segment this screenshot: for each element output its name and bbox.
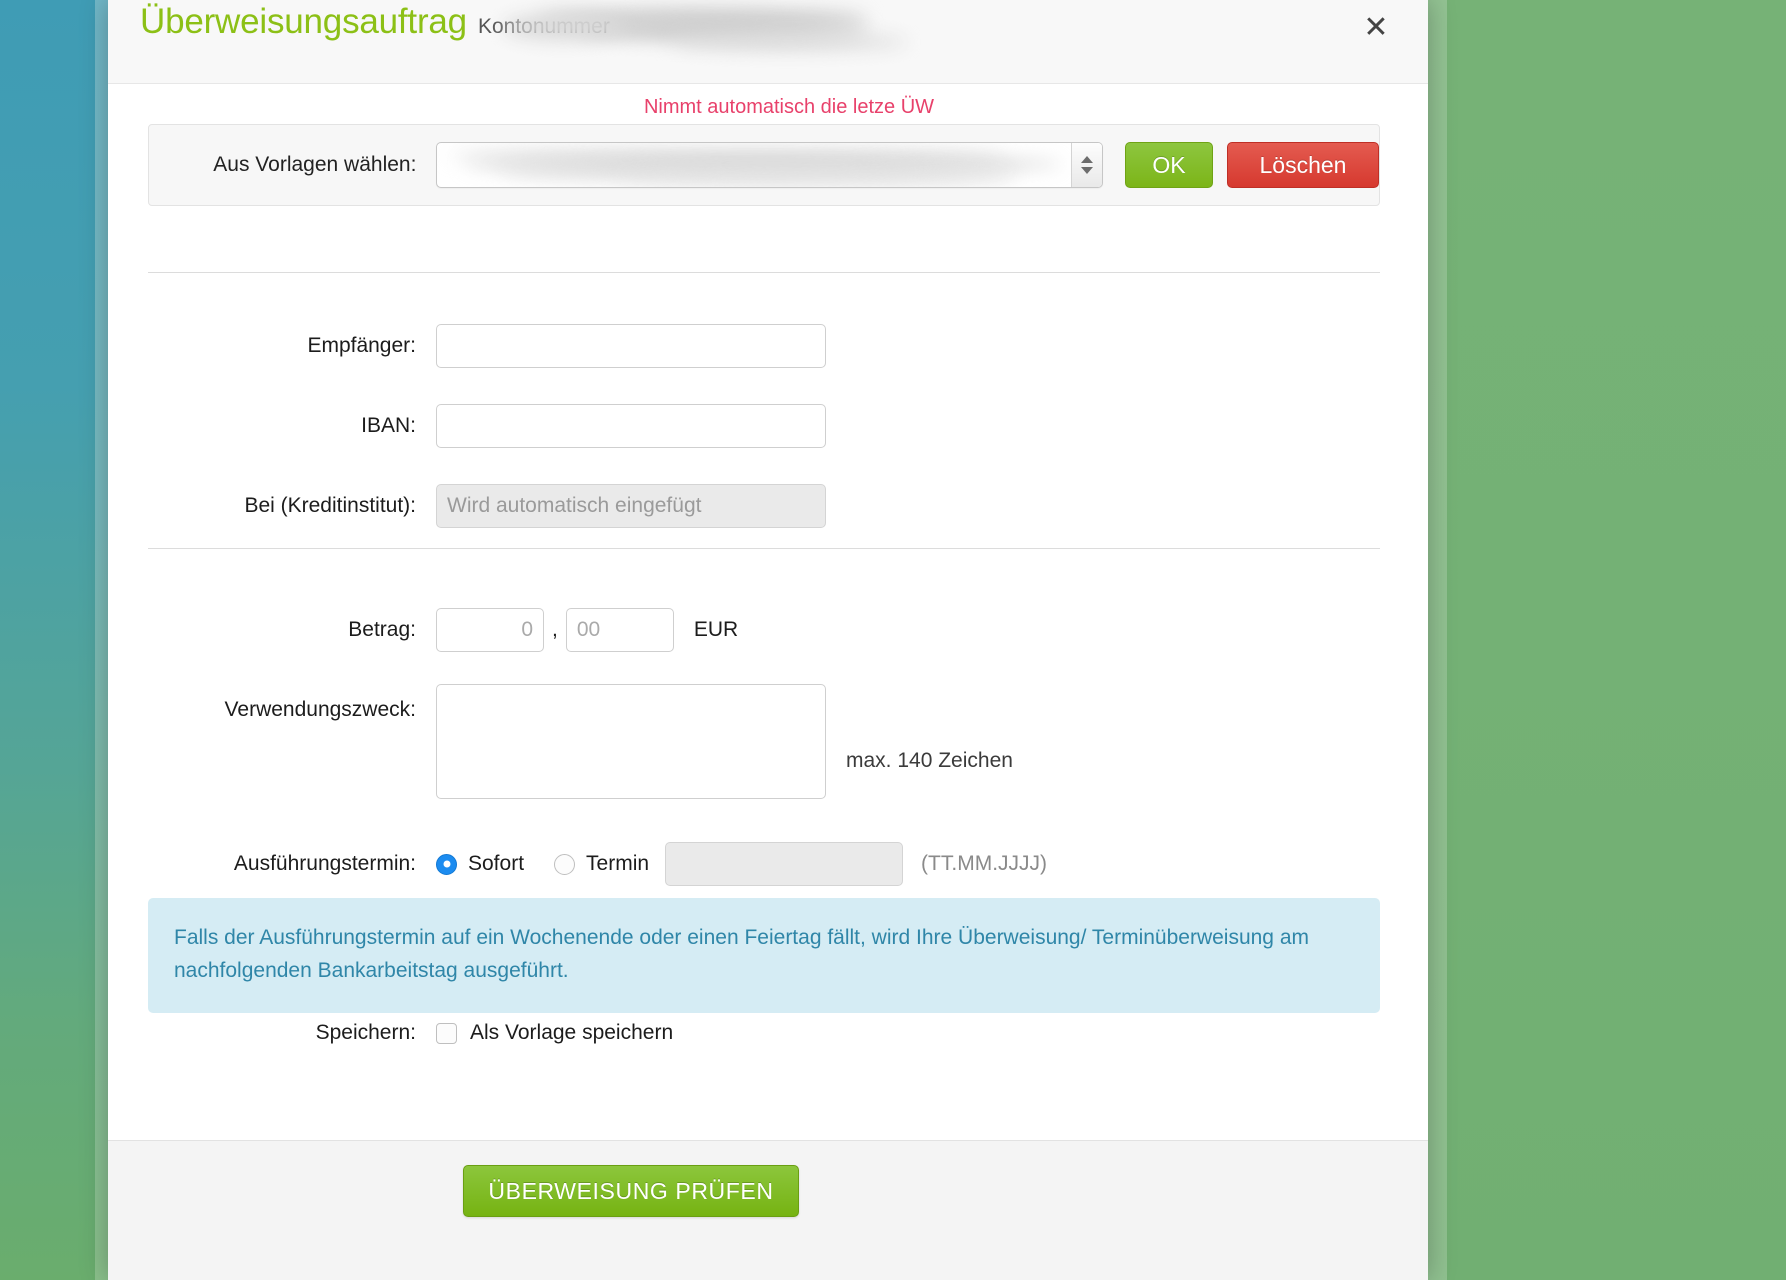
radio-sofort-label[interactable]: Sofort — [468, 852, 524, 876]
amount-label: Betrag: — [348, 618, 416, 641]
date-format-hint: (TT.MM.JJJJ) — [921, 852, 1048, 875]
page-background-right-edge — [1425, 0, 1447, 1280]
template-selector-panel: Aus Vorlagen wählen: OK Löschen — [148, 124, 1380, 206]
divider — [148, 548, 1380, 549]
iban-input[interactable] — [436, 404, 826, 448]
radio-sofort[interactable] — [436, 853, 457, 875]
execution-date-row: Ausführungstermin: Sofort Termin (TT.MM.… — [148, 842, 1380, 886]
purpose-hint: max. 140 Zeichen — [846, 748, 1013, 772]
redaction-blur — [617, 173, 1018, 183]
execution-date-label: Ausführungstermin: — [233, 852, 416, 875]
amount-separator: , — [552, 618, 558, 641]
close-icon[interactable]: ✕ — [1358, 10, 1394, 46]
save-template-row: Speichern: Als Vorlage speichern — [148, 1021, 1380, 1045]
bank-row: Bei (Kreditinstitut): — [148, 484, 1380, 528]
amount-cent-input[interactable] — [565, 608, 674, 652]
purpose-row: Verwendungszweck: max. 140 Zeichen — [148, 684, 1380, 799]
recipient-input[interactable] — [436, 324, 826, 368]
currency-label: EUR — [693, 618, 739, 641]
chevron-updown-icon[interactable] — [1071, 143, 1102, 187]
recipient-row: Empfänger: — [148, 324, 1380, 368]
purpose-label: Verwendungszweck: — [224, 698, 416, 721]
save-label: Speichern: — [315, 1021, 416, 1044]
ok-button[interactable]: OK — [1125, 142, 1213, 188]
amount-euro-input[interactable] — [436, 608, 544, 652]
info-box: Falls der Ausführungstermin auf ein Woch… — [148, 898, 1380, 1014]
annotation-text: Nimmt automatisch die letze ÜW — [643, 96, 935, 118]
save-template-label[interactable]: Als Vorlage speichern — [470, 1021, 673, 1045]
submit-transfer-button[interactable]: ÜBERWEISUNG PRÜFEN — [463, 1165, 799, 1217]
dialog-title-group: Überweisungsauftrag Kontonummer — [140, 2, 610, 42]
chevron-up-icon — [1081, 156, 1093, 163]
transfer-dialog: Überweisungsauftrag Kontonummer ✕ Nimmt … — [108, 0, 1428, 1280]
page-background-right — [1425, 0, 1786, 1280]
dialog-footer: ÜBERWEISUNG PRÜFEN — [108, 1140, 1428, 1280]
recipient-label: Empfänger: — [307, 334, 416, 357]
save-template-checkbox[interactable] — [436, 1022, 457, 1044]
redaction-blur — [668, 34, 908, 50]
dialog-header: Überweisungsauftrag Kontonummer ✕ — [108, 0, 1428, 84]
divider — [148, 272, 1380, 273]
dialog-body: Nimmt automatisch die letze ÜW Aus Vorla… — [108, 84, 1428, 1140]
template-label: Aus Vorlagen wählen: — [213, 153, 417, 176]
iban-label: IBAN: — [361, 414, 416, 437]
radio-termin-label[interactable]: Termin — [586, 852, 649, 876]
account-number-label: Kontonummer — [477, 15, 610, 38]
redaction-blur — [578, 22, 868, 40]
redaction-blur — [463, 157, 1064, 171]
redaction-blur — [447, 149, 1008, 161]
execution-date-input[interactable] — [665, 842, 904, 886]
purpose-textarea[interactable] — [436, 684, 826, 799]
bank-input — [436, 484, 826, 528]
redaction-blur — [497, 167, 1018, 179]
iban-row: IBAN: — [148, 404, 1380, 448]
page-background-left — [0, 0, 108, 1280]
page-title: Überweisungsauftrag — [140, 2, 467, 41]
radio-termin[interactable] — [554, 853, 576, 875]
chevron-down-icon — [1081, 167, 1093, 174]
radio-group-sofort[interactable]: Sofort — [436, 852, 524, 876]
template-select[interactable] — [436, 142, 1103, 188]
radio-group-termin[interactable]: Termin — [554, 852, 649, 876]
amount-row: Betrag: , EUR — [148, 608, 1380, 652]
delete-button[interactable]: Löschen — [1227, 142, 1379, 188]
bank-label: Bei (Kreditinstitut): — [244, 494, 416, 517]
